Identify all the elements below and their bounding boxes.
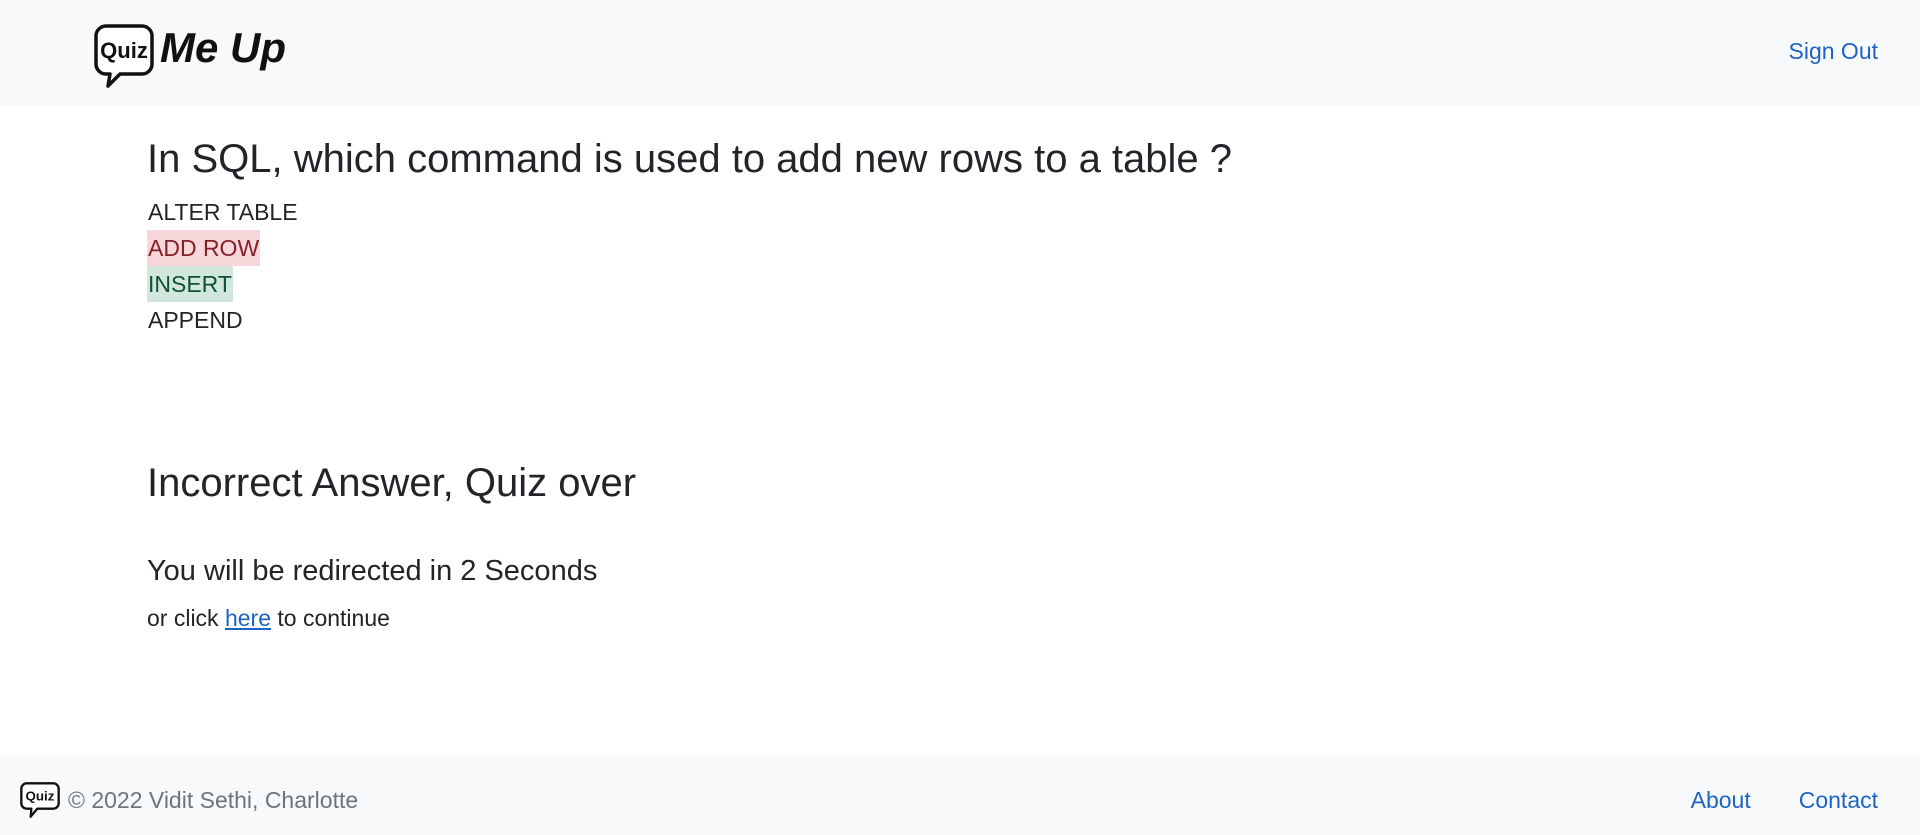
continue-suffix: to continue <box>271 605 390 631</box>
footer-brand: Quiz © 2022 Vidit Sethi, Charlotte <box>20 782 358 818</box>
brand-name: Me Up <box>160 24 286 71</box>
option-add-row[interactable]: ADD ROW <box>147 230 261 266</box>
navbar: Quiz Me Up Sign Out <box>0 0 1920 106</box>
quiz-logo-small-icon: Quiz <box>20 782 60 818</box>
svg-text:Quiz: Quiz <box>26 789 55 804</box>
footer: Quiz © 2022 Vidit Sethi, Charlotte About… <box>0 757 1920 835</box>
svg-text:Quiz: Quiz <box>100 38 148 63</box>
option-append[interactable]: APPEND <box>147 302 244 338</box>
brand-logo-link[interactable]: Quiz Me Up <box>94 24 286 88</box>
continue-link[interactable]: here <box>225 605 271 631</box>
answer-options: ALTER TABLE ADD ROW INSERT APPEND <box>147 194 299 338</box>
option-alter-table[interactable]: ALTER TABLE <box>147 194 299 230</box>
continue-line: or click here to continue <box>147 603 390 633</box>
quiz-logo-icon: Quiz <box>94 24 154 88</box>
question-text: In SQL, which command is used to add new… <box>147 137 1233 181</box>
sign-out-link[interactable]: Sign Out <box>1789 36 1879 66</box>
footer-nav: About Contact <box>1643 785 1878 815</box>
option-insert[interactable]: INSERT <box>147 266 233 302</box>
continue-prefix: or click <box>147 605 225 631</box>
result-heading: Incorrect Answer, Quiz over <box>147 461 637 505</box>
redirect-message: You will be redirected in 2 Seconds <box>147 555 598 587</box>
contact-link[interactable]: Contact <box>1799 785 1878 815</box>
about-link[interactable]: About <box>1691 785 1751 815</box>
copyright-text: © 2022 Vidit Sethi, Charlotte <box>68 787 359 813</box>
